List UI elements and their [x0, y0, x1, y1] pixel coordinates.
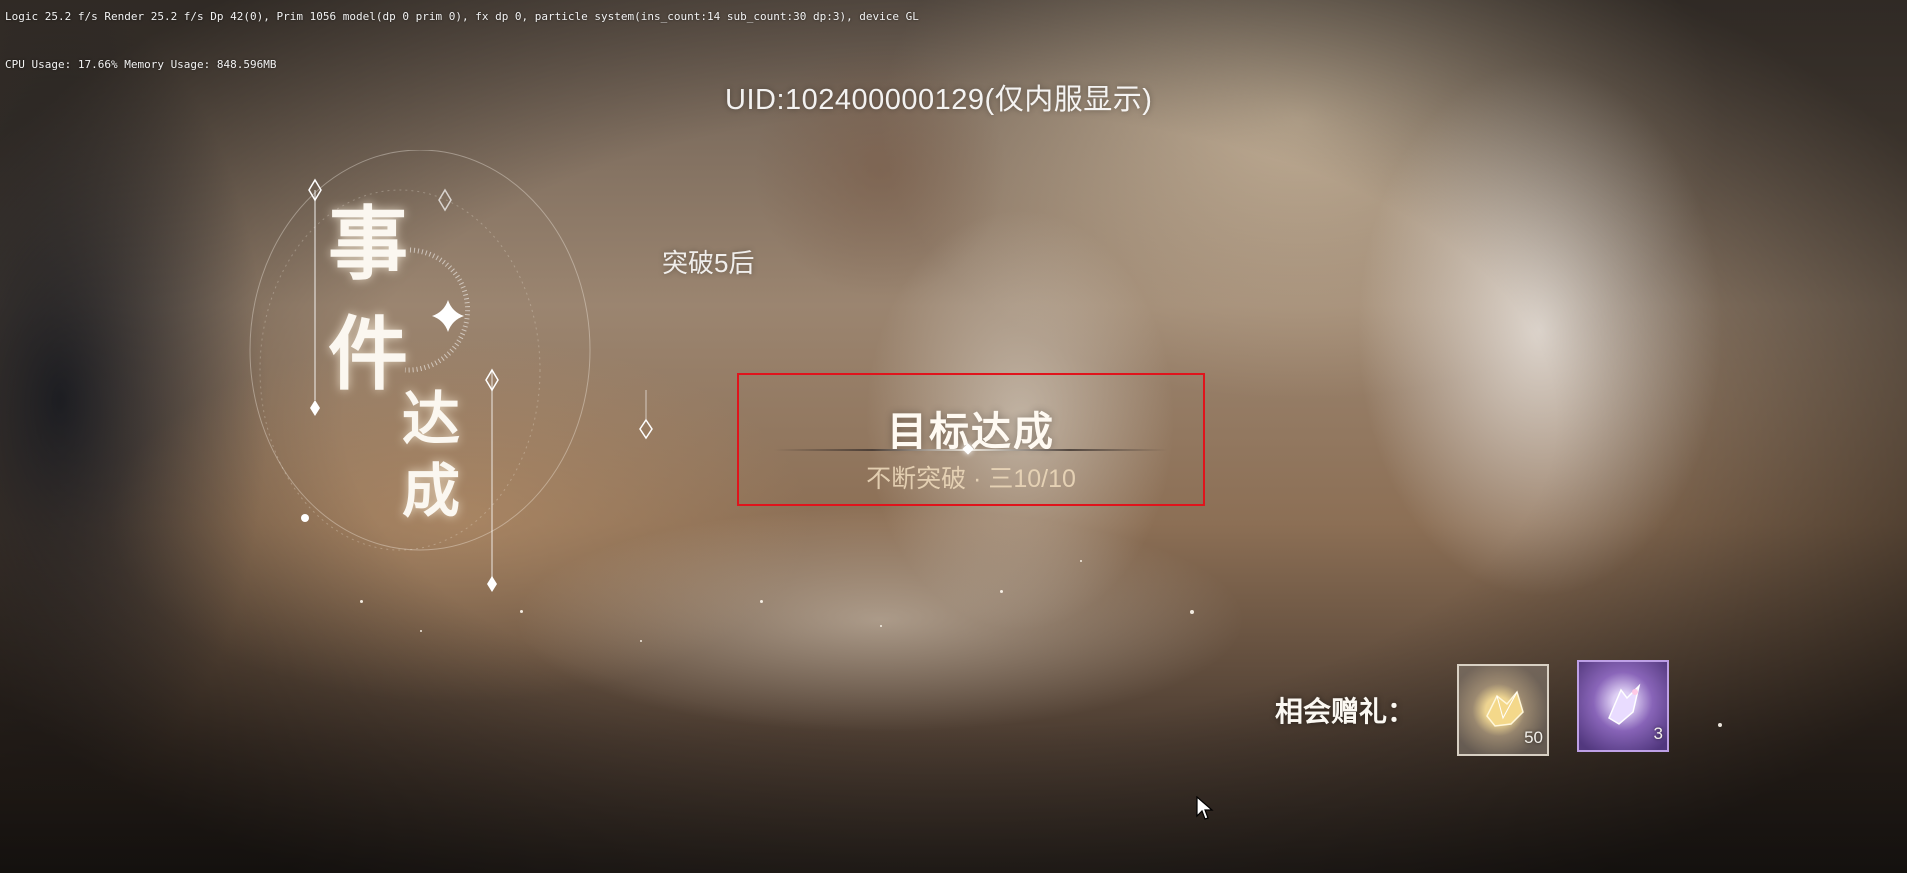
debug-render-stats: Logic 25.2 f/s Render 25.2 f/s Dp 42(0),… — [5, 10, 919, 23]
mouse-cursor-icon — [1196, 796, 1214, 820]
breakthrough-label: 突破5后 — [662, 248, 755, 278]
event-title-char: 事 — [328, 197, 408, 291]
purple-shard-icon — [1597, 678, 1651, 732]
event-title-char: 成 — [402, 457, 461, 525]
gold-crystal-icon — [1477, 682, 1531, 736]
meeting-gift-label: 相会赠礼： — [1275, 696, 1416, 727]
debug-cpu-memory: CPU Usage: 17.66% Memory Usage: 848.596M… — [5, 58, 277, 71]
reward-count: 50 — [1524, 728, 1543, 747]
goal-achieved-panel: 目标达成 不断突破 · 三10/10 — [737, 373, 1205, 506]
goal-progress: 不断突破 · 三10/10 — [866, 465, 1076, 493]
game-screen[interactable]: Logic 25.2 f/s Render 25.2 f/s Dp 42(0),… — [0, 0, 1907, 873]
uid-label: UID:102400000129(仅内服显示) — [725, 84, 1153, 116]
reward-count: 3 — [1653, 724, 1663, 743]
reward-item-purple-shard[interactable]: 3 — [1577, 660, 1669, 752]
event-title-char: 件 — [328, 307, 408, 401]
reward-item-gold-crystal[interactable]: 50 — [1457, 664, 1549, 756]
diamond-marker-icon — [639, 390, 653, 440]
